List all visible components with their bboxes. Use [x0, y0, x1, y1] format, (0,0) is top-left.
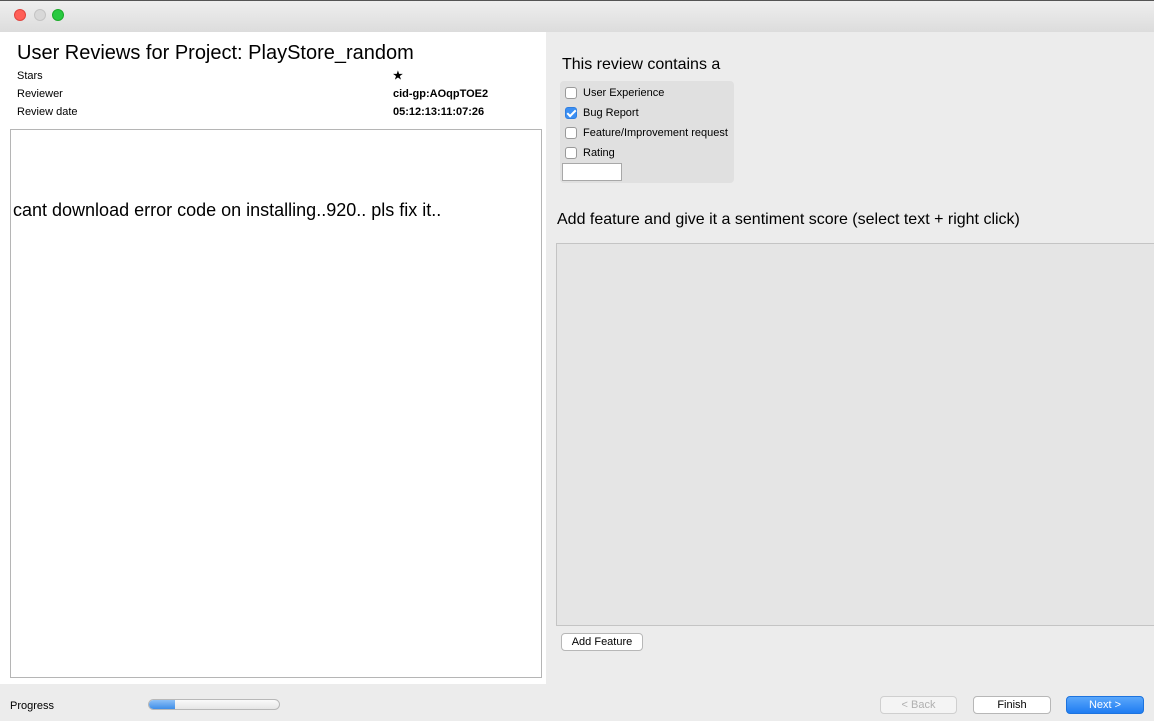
review-date-label: Review date: [17, 106, 78, 118]
review-text-area[interactable]: cant download error code on installing..…: [10, 129, 542, 678]
reviewer-label: Reviewer: [17, 88, 63, 100]
close-window-icon[interactable]: [14, 9, 26, 21]
progress-bar-fill: [149, 700, 175, 709]
checkbox-feature-request[interactable]: Feature/Improvement request: [565, 125, 728, 141]
back-button[interactable]: < Back: [880, 696, 957, 714]
checkbox-bug-report-box[interactable]: [565, 107, 577, 119]
category-checkbox-group: User Experience Bug Report Feature/Impro…: [560, 81, 734, 183]
add-feature-button[interactable]: Add Feature: [561, 633, 643, 651]
feature-instructions: Add feature and give it a sentiment scor…: [557, 211, 1020, 228]
checkbox-rating[interactable]: Rating: [565, 145, 615, 161]
checkbox-bug-report-label: Bug Report: [583, 107, 639, 119]
review-contains-title: This review contains a: [562, 56, 721, 73]
review-date-value: 05:12:13:11:07:26: [393, 106, 485, 118]
feature-list-area[interactable]: [556, 243, 1154, 626]
page-title: User Reviews for Project: PlayStore_rand…: [17, 42, 414, 64]
stars-value: ★: [393, 70, 403, 82]
next-button[interactable]: Next >: [1066, 696, 1144, 714]
rating-input[interactable]: [562, 163, 622, 181]
checkbox-rating-box[interactable]: [565, 147, 577, 159]
checkbox-feature-request-box[interactable]: [565, 127, 577, 139]
review-text[interactable]: cant download error code on installing..…: [13, 200, 441, 221]
reviewer-value: cid-gp:AOqpTOE2: [393, 88, 489, 100]
progress-bar: [148, 699, 280, 710]
checkbox-user-experience[interactable]: User Experience: [565, 85, 664, 101]
stars-label: Stars: [17, 70, 43, 82]
checkbox-user-experience-label: User Experience: [583, 87, 665, 99]
checkbox-user-experience-box[interactable]: [565, 87, 577, 99]
checkbox-feature-request-label: Feature/Improvement request: [583, 127, 728, 139]
checkbox-bug-report[interactable]: Bug Report: [565, 105, 639, 121]
review-panel: User Reviews for Project: PlayStore_rand…: [0, 32, 546, 684]
checkbox-rating-label: Rating: [583, 147, 615, 159]
minimize-window-icon[interactable]: [34, 9, 46, 21]
window-titlebar: [0, 0, 1154, 32]
progress-label: Progress: [10, 700, 55, 712]
finish-button[interactable]: Finish: [973, 696, 1051, 714]
zoom-window-icon[interactable]: [52, 9, 64, 21]
